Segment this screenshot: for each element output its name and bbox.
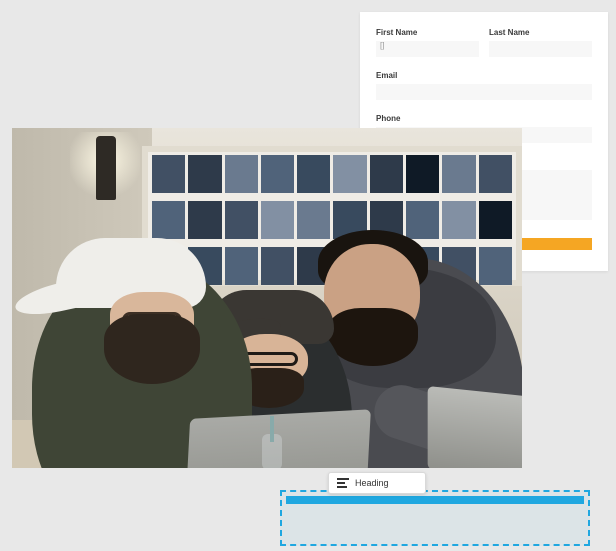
first-name-input[interactable]: [] [376, 41, 479, 57]
email-group: Email [376, 71, 592, 100]
heading-icon [337, 478, 349, 488]
first-name-group: First Name [] [376, 28, 479, 57]
drop-zone[interactable] [280, 490, 590, 546]
heading-widget[interactable]: Heading [328, 472, 426, 494]
last-name-group: Last Name [489, 28, 592, 57]
email-label: Email [376, 71, 592, 80]
last-name-label: Last Name [489, 28, 592, 37]
first-name-label: First Name [376, 28, 479, 37]
hero-image [12, 128, 522, 468]
drop-zone-bar [286, 496, 584, 504]
last-name-input[interactable] [489, 41, 592, 57]
email-input[interactable] [376, 84, 592, 100]
phone-label: Phone [376, 114, 592, 123]
placeholder-icon: [] [380, 41, 390, 50]
heading-widget-label: Heading [355, 478, 389, 488]
